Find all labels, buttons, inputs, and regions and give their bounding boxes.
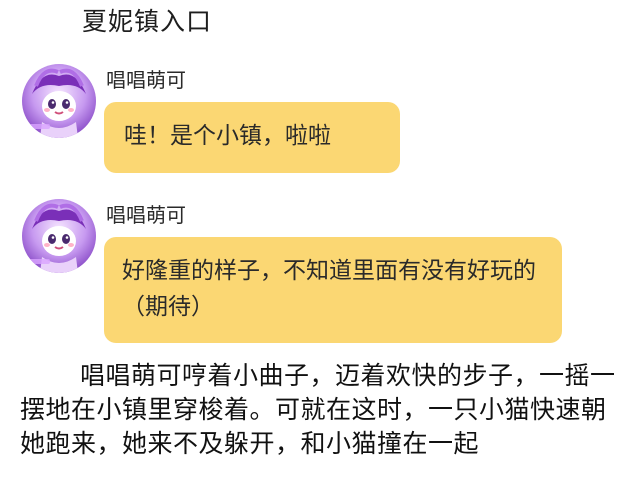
avatar[interactable] [22,64,96,138]
cartoon-character-avatar-icon [22,199,96,273]
avatar[interactable] [22,199,96,273]
page-title: 夏妮镇入口 [82,7,213,36]
message-bubble[interactable]: 哇！是个小镇，啦啦 [104,102,400,173]
sender-name: 唱唱萌可 [106,203,186,227]
cartoon-character-avatar-icon [22,64,96,138]
message-bubble[interactable]: 好隆重的样子，不知道里面有没有好玩的（期待） [104,237,562,343]
story-narration: 唱唱萌可哼着小曲子，迈着欢快的步子，一摇一摆地在小镇里穿梭着。可就在这时，一只小… [20,361,616,458]
sender-name: 唱唱萌可 [106,68,186,92]
